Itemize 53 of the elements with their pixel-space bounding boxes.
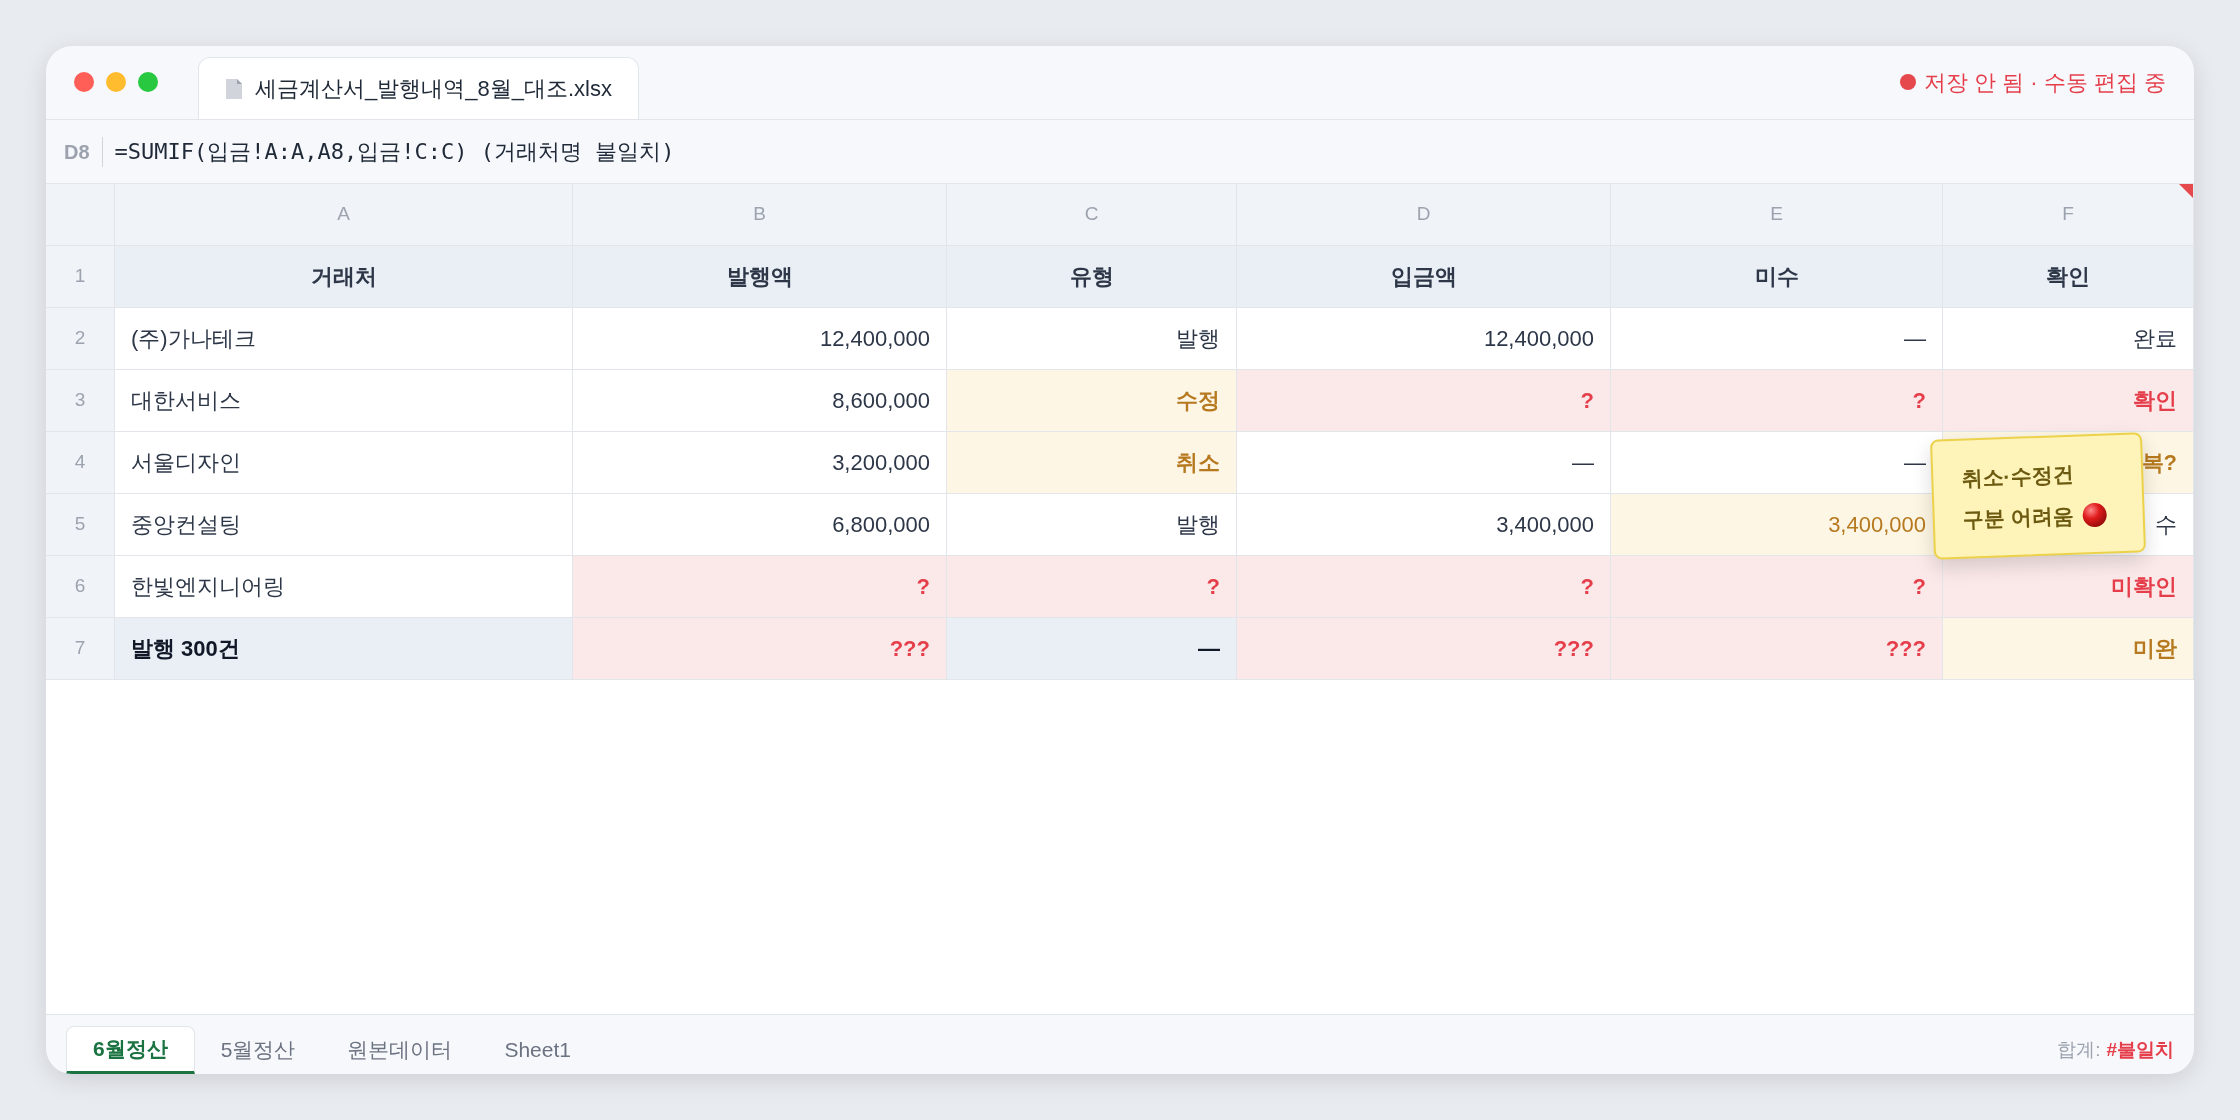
minimize-button[interactable] [106, 72, 126, 92]
file-tab[interactable]: 세금계산서_발행내역_8월_대조.xlsx [198, 57, 639, 119]
table-cell: ? [1611, 556, 1943, 617]
table-cell: 입금액 [1237, 246, 1611, 307]
row-header[interactable]: 1 [46, 246, 115, 307]
cell-reference: D8 [64, 136, 103, 167]
table-cell: ? [947, 556, 1237, 617]
table-cell: 수정 [947, 370, 1237, 431]
sheet-tab[interactable]: 6월정산 [66, 1026, 195, 1074]
row-header[interactable]: 3 [46, 370, 115, 431]
table-cell: ? [1237, 370, 1611, 431]
table-cell: 발행 300건 [115, 618, 573, 679]
table-cell: ??? [1611, 618, 1943, 679]
table-cell: 확인 [1943, 246, 2194, 307]
column-header[interactable]: D [1237, 184, 1611, 245]
table-cell: 미확인 [1943, 556, 2194, 617]
comment-marker-icon [2179, 184, 2193, 198]
row-header[interactable]: 4 [46, 432, 115, 493]
table-cell: — [947, 618, 1237, 679]
table-cell: 거래처 [115, 246, 573, 307]
unsaved-status: 저장 안 됨 · 수동 편집 중 [1924, 68, 2166, 97]
sum-label: 합계: [2057, 1037, 2101, 1062]
sum-value: #불일치 [2106, 1037, 2174, 1062]
note-text: 취소·수정건 [1960, 461, 2075, 492]
sheet-tab[interactable]: Sheet1 [478, 1026, 597, 1074]
alert-ball-icon [2081, 501, 2108, 529]
row-header[interactable]: 6 [46, 556, 115, 617]
column-header[interactable]: F [1943, 184, 2194, 245]
sheet-tab[interactable]: 원본데이터 [321, 1026, 479, 1074]
table-cell: ? [1611, 370, 1943, 431]
row-header[interactable]: 2 [46, 308, 115, 369]
column-header[interactable]: E [1611, 184, 1943, 245]
column-header[interactable]: C [947, 184, 1237, 245]
table-cell: 유형 [947, 246, 1237, 307]
close-button[interactable] [74, 72, 94, 92]
table-cell: 미수 [1611, 246, 1943, 307]
table-cell: 확인 [1943, 370, 2194, 431]
formula-field[interactable]: =SUMIF(입금!A:A,A8,입금!C:C) (거래처명 불일치) [114, 135, 675, 168]
note-text: 구분 어려움 [1962, 502, 2075, 533]
table-cell: ? [573, 556, 947, 617]
column-header[interactable]: A [115, 184, 573, 245]
table-cell: ??? [1237, 618, 1611, 679]
row-header[interactable]: 7 [46, 618, 115, 679]
table-cell: 취소 [947, 432, 1237, 493]
row-header[interactable]: 5 [46, 494, 115, 555]
table-cell: 발행액 [573, 246, 947, 307]
sheet-tab[interactable]: 5월정산 [194, 1026, 322, 1074]
document-icon [225, 77, 243, 100]
table-cell: ? [1237, 556, 1611, 617]
table-cell: 미완 [1943, 618, 2194, 679]
maximize-button[interactable] [138, 72, 158, 92]
table-cell: ??? [573, 618, 947, 679]
column-header[interactable]: B [573, 184, 947, 245]
